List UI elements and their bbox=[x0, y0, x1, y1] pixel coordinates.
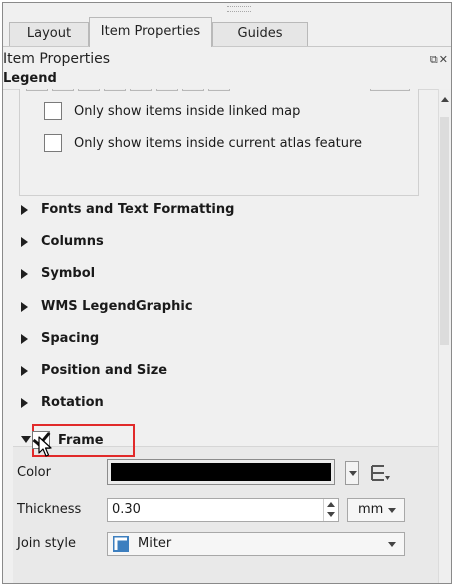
thickness-spinner[interactable] bbox=[323, 499, 338, 521]
edit-item-button[interactable] bbox=[156, 89, 178, 91]
miter-join-icon bbox=[113, 536, 129, 552]
tab-item-properties[interactable]: Item Properties bbox=[89, 17, 212, 47]
count-button[interactable] bbox=[208, 89, 230, 91]
section-symbol-label: Symbol bbox=[41, 266, 96, 281]
atlas-feature-checkbox-label: Only show items inside current atlas fea… bbox=[74, 136, 363, 151]
expand-arrow-icon bbox=[21, 205, 28, 215]
tab-layout-label: Layout bbox=[26, 26, 72, 41]
frame-color-button[interactable] bbox=[107, 459, 335, 485]
linked-map-checkbox[interactable] bbox=[44, 102, 62, 120]
join-style-select[interactable]: Miter bbox=[107, 532, 405, 556]
dock-controls[interactable]: ⧉✕ bbox=[430, 53, 449, 67]
filter-button[interactable] bbox=[370, 89, 410, 91]
data-defined-override-icon[interactable] bbox=[369, 463, 391, 483]
expand-arrow-icon bbox=[21, 237, 28, 247]
section-spacing-label: Spacing bbox=[41, 331, 100, 346]
collapse-arrow-icon bbox=[21, 436, 31, 443]
frame-highlight-box: Frame bbox=[32, 424, 135, 457]
section-fonts-label: Fonts and Text Formatting bbox=[41, 202, 235, 217]
add-item-button[interactable] bbox=[104, 89, 126, 91]
spin-up-icon bbox=[327, 502, 335, 507]
vertical-scrollbar[interactable] bbox=[438, 89, 451, 583]
color-menu-dropdown[interactable] bbox=[345, 461, 359, 485]
section-position-size-label: Position and Size bbox=[41, 363, 168, 378]
scroll-up-icon[interactable] bbox=[441, 97, 449, 102]
chevron-down-icon bbox=[349, 471, 357, 476]
atlas-feature-checkbox[interactable] bbox=[44, 134, 62, 152]
join-style-value: Miter bbox=[138, 536, 172, 551]
spin-down-icon bbox=[327, 512, 335, 517]
close-icon[interactable]: ✕ bbox=[439, 53, 449, 66]
expand-arrow-icon bbox=[21, 269, 28, 279]
float-icon[interactable]: ⧉ bbox=[430, 53, 439, 66]
tab-guides-label: Guides bbox=[237, 26, 283, 41]
section-columns-label: Columns bbox=[41, 234, 104, 249]
properties-scroll-area[interactable]: Only show items inside linked map Only s… bbox=[3, 89, 439, 583]
section-rotation-label: Rotation bbox=[41, 395, 104, 410]
expand-arrow-icon bbox=[21, 334, 28, 344]
scroll-thumb[interactable] bbox=[440, 117, 449, 345]
color-swatch bbox=[111, 463, 331, 481]
unit-value: mm bbox=[358, 502, 384, 517]
tab-divider bbox=[3, 46, 451, 47]
expand-arrow-icon bbox=[21, 398, 28, 408]
chevron-down-icon bbox=[388, 508, 396, 513]
item-title: Legend bbox=[3, 69, 451, 90]
item-properties-panel: Layout Item Properties Guides Item Prope… bbox=[2, 2, 452, 584]
expand-arrow-icon bbox=[21, 366, 28, 376]
move-down-button[interactable] bbox=[26, 89, 48, 91]
legend-items-group: Only show items inside linked map Only s… bbox=[19, 89, 419, 196]
thickness-value: 0.30 bbox=[112, 502, 141, 517]
tab-bar: Layout Item Properties Guides bbox=[3, 3, 451, 47]
thickness-label: Thickness bbox=[17, 502, 82, 517]
add-group-button[interactable] bbox=[78, 89, 100, 91]
chevron-down-icon bbox=[388, 542, 396, 547]
tab-guides[interactable]: Guides bbox=[212, 22, 308, 46]
color-label: Color bbox=[17, 465, 51, 480]
dock-title: Item Properties bbox=[3, 51, 111, 67]
remove-item-button[interactable] bbox=[130, 89, 152, 91]
move-up-button[interactable] bbox=[52, 89, 74, 91]
drag-grip[interactable] bbox=[227, 6, 251, 12]
section-wms-label: WMS LegendGraphic bbox=[41, 299, 193, 314]
frame-label: Frame bbox=[58, 433, 104, 448]
thickness-input[interactable]: 0.30 bbox=[107, 498, 339, 522]
tab-layout[interactable]: Layout bbox=[9, 22, 89, 46]
join-style-label: Join style bbox=[17, 536, 76, 551]
expand-arrow-icon bbox=[21, 302, 28, 312]
expression-button[interactable] bbox=[182, 89, 204, 91]
tab-item-properties-label: Item Properties bbox=[100, 24, 201, 39]
mouse-pointer-icon bbox=[38, 436, 52, 457]
unit-select[interactable]: mm bbox=[347, 498, 405, 522]
linked-map-checkbox-label: Only show items inside linked map bbox=[74, 104, 301, 119]
